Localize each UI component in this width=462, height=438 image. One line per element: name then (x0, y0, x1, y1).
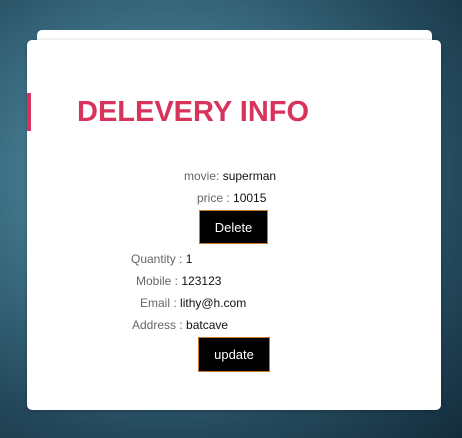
price-row: price : 10015 (197, 191, 266, 205)
movie-value: superman (222, 169, 277, 183)
address-row: Address : batcave (132, 318, 228, 332)
address-label: Address : (132, 318, 183, 332)
quantity-label: Quantity : (131, 252, 183, 266)
address-value: batcave (186, 318, 229, 332)
delivery-info-card: DELEVERY INFO movie: superman price : 10… (27, 40, 441, 410)
email-label: Email : (140, 296, 177, 310)
quantity-value: 1 (185, 252, 193, 266)
mobile-row: Mobile : 123123 (136, 274, 221, 288)
delete-button[interactable]: Delete (199, 210, 268, 244)
price-label: price : (197, 191, 230, 205)
mobile-label: Mobile : (136, 274, 179, 288)
page-title: DELEVERY INFO (77, 96, 310, 128)
movie-row: movie: superman (184, 169, 276, 183)
email-value: lithy@h.com (180, 296, 247, 310)
update-button[interactable]: update (198, 337, 270, 372)
price-value: 10015 (233, 191, 267, 205)
quantity-row: Quantity : 1 (131, 252, 192, 266)
title-accent-bar (27, 93, 31, 131)
movie-label: movie: (184, 169, 220, 183)
email-row: Email : lithy@h.com (140, 296, 246, 310)
mobile-value: 123123 (181, 274, 222, 288)
